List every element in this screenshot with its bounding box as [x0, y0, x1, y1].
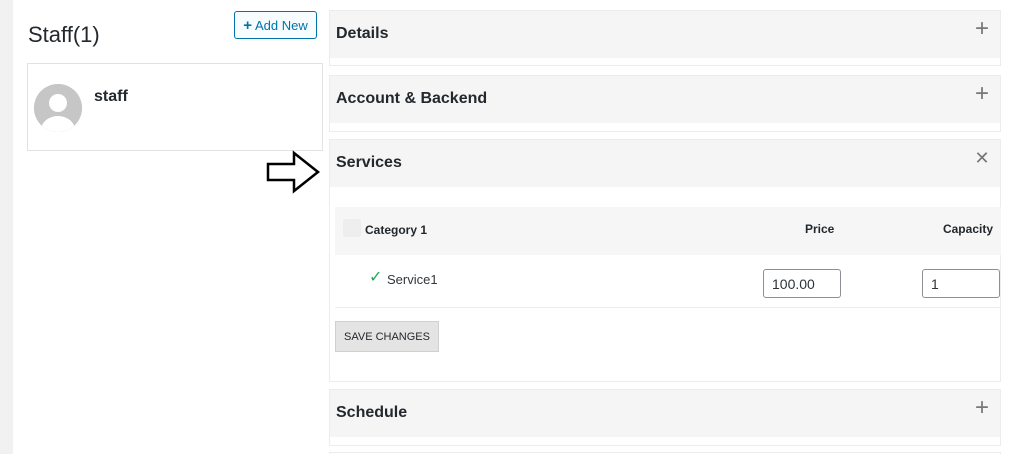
expand-icon[interactable]: +	[970, 17, 994, 41]
add-new-staff-button[interactable]: + Add New	[234, 11, 317, 39]
category-checkbox[interactable]	[343, 219, 361, 237]
user-avatar-icon	[34, 84, 82, 132]
service-capacity-input[interactable]	[922, 269, 1000, 298]
staff-list-title: Staff(1)	[28, 22, 100, 47]
details-panel-header[interactable]: Details +	[330, 11, 1000, 58]
services-panel-title: Services	[336, 154, 402, 171]
plus-icon: +	[243, 16, 252, 34]
service-row: ✓ Service1	[335, 258, 1001, 308]
capacity-column-header: Capacity	[942, 222, 993, 236]
account-panel-header[interactable]: Account & Backend +	[330, 76, 1000, 123]
service-name: Service1	[387, 272, 438, 287]
expand-icon[interactable]: +	[970, 82, 994, 106]
category-label: Category 1	[365, 223, 428, 237]
details-panel-title: Details	[336, 25, 389, 42]
schedule-panel: Schedule +	[329, 389, 1001, 446]
price-column-header: Price	[805, 222, 835, 236]
check-icon[interactable]: ✓	[369, 270, 385, 286]
save-changes-button[interactable]: SAVE CHANGES	[335, 321, 439, 352]
staff-name: staff	[94, 88, 128, 105]
schedule-panel-title: Schedule	[336, 404, 408, 421]
account-panel-title: Account & Backend	[336, 90, 488, 107]
schedule-panel-header[interactable]: Schedule +	[330, 390, 1000, 437]
main-page: Staff(1) + Add New staff Details + Accou…	[13, 0, 1024, 454]
close-icon[interactable]: ✕	[970, 146, 994, 170]
service-price-input[interactable]	[763, 269, 841, 298]
details-panel: Details +	[329, 10, 1001, 66]
services-table-header: Category 1 Price Capacity	[335, 207, 1001, 255]
services-panel: Services ✕ Category 1 Price Capacity ✓ S…	[329, 139, 1001, 382]
account-backend-panel: Account & Backend +	[329, 75, 1001, 132]
staff-list-item[interactable]: staff	[27, 63, 323, 151]
expand-icon[interactable]: +	[970, 396, 994, 420]
right-arrow-icon	[266, 150, 321, 194]
avatar	[34, 84, 82, 132]
add-new-label: Add New	[255, 17, 308, 33]
services-panel-header[interactable]: Services ✕	[330, 140, 1000, 187]
